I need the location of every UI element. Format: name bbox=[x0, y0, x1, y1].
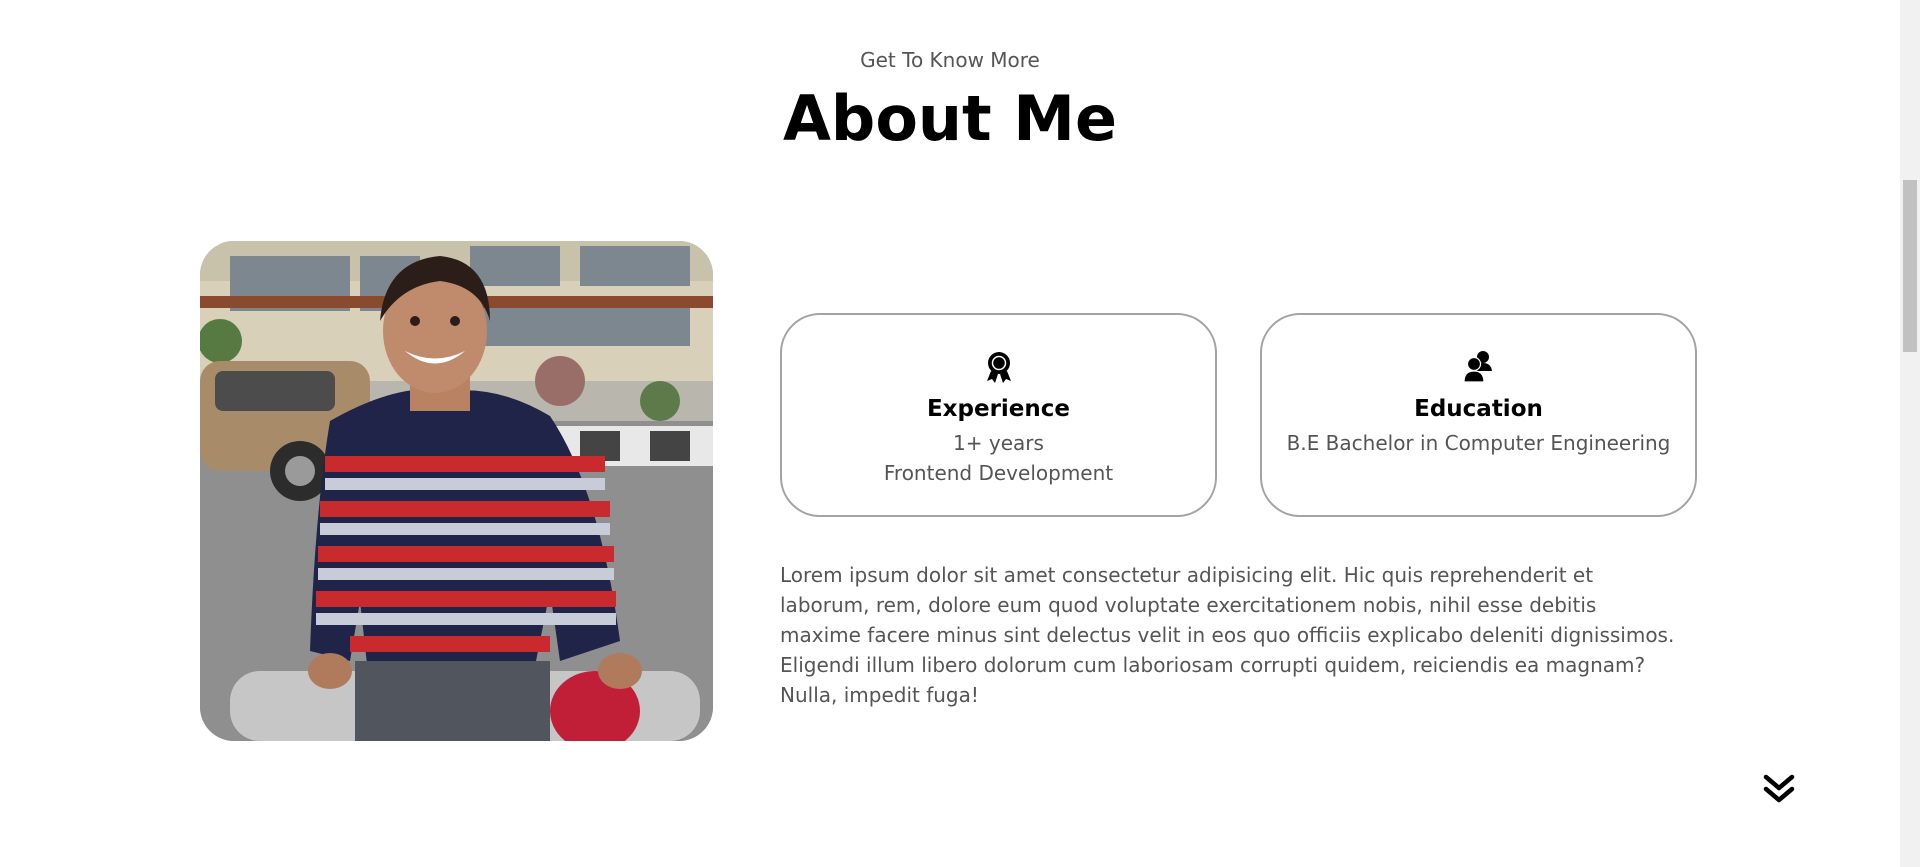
page-scrollbar[interactable] bbox=[1900, 0, 1920, 867]
section-subtitle: Get To Know More bbox=[860, 48, 1040, 72]
experience-years: 1+ years bbox=[953, 431, 1044, 455]
education-degree: B.E Bachelor in Computer Engineering bbox=[1286, 431, 1671, 455]
about-section: Get To Know More About Me Experience 1+ … bbox=[0, 0, 1900, 867]
experience-field: Frontend Development bbox=[883, 461, 1114, 485]
section-title: About Me bbox=[782, 82, 1118, 155]
education-title: Education bbox=[1414, 396, 1543, 422]
double-chevron-down-icon[interactable] bbox=[1763, 774, 1795, 806]
education-card: Education B.E Bachelor in Computer Engin… bbox=[1260, 313, 1697, 517]
scrollbar-thumb[interactable] bbox=[1903, 180, 1917, 352]
users-icon bbox=[1462, 349, 1496, 383]
experience-title: Experience bbox=[926, 396, 1071, 422]
experience-card: Experience 1+ years Frontend Development bbox=[780, 313, 1217, 517]
about-paragraph: Lorem ipsum dolor sit amet consectetur a… bbox=[780, 563, 1675, 707]
award-icon bbox=[982, 349, 1016, 383]
profile-photo bbox=[200, 241, 713, 741]
